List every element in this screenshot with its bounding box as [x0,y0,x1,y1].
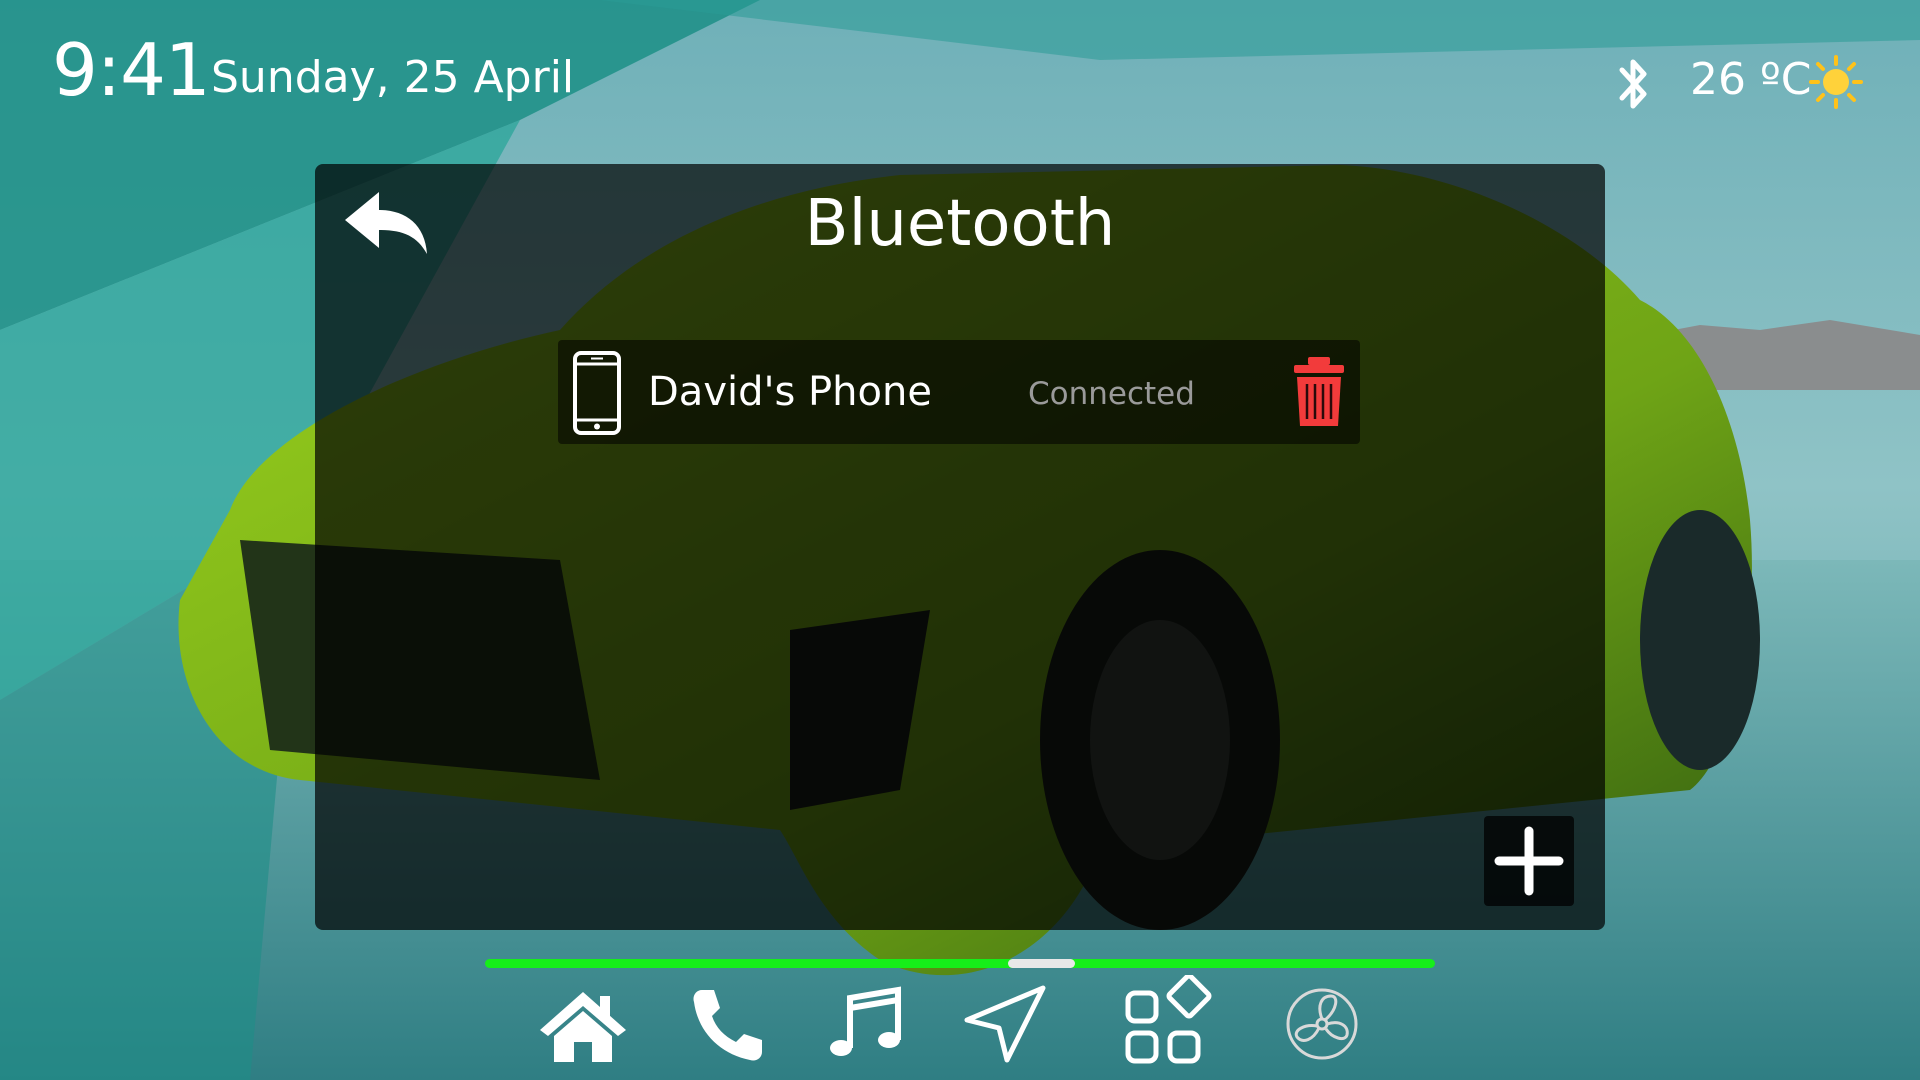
date-label: Sunday, 25 April [211,52,575,103]
phone-icon [693,990,762,1061]
page-indicator [485,959,1435,968]
home-icon [540,992,626,1062]
add-device-button[interactable] [1484,816,1574,906]
device-list-item[interactable]: David's Phone Connected [558,340,1360,444]
trash-icon [1294,357,1344,426]
plus-icon [1494,826,1564,896]
page-indicator-thumb [1008,959,1075,968]
page-title: Bluetooth [804,187,1116,261]
apps-grid-icon [1125,975,1212,1064]
fan-icon [1286,988,1358,1060]
sun-icon [1809,55,1863,109]
delete-device-button[interactable] [1292,356,1346,428]
nav-apps-button[interactable] [1124,975,1220,1067]
device-name: David's Phone [648,369,932,415]
nav-music-button[interactable] [820,984,910,1064]
temperature-label: 26 ºC [1690,54,1812,105]
nav-phone-button[interactable] [680,984,770,1064]
smartphone-icon [573,351,621,435]
nav-navigation-button[interactable] [959,984,1049,1064]
bluetooth-panel: Bluetooth David's Phone Connected [315,164,1605,930]
device-status: Connected [1028,376,1195,412]
clock-time: 9:41 [52,28,211,112]
nav-climate-button[interactable] [1277,984,1367,1064]
navigation-arrow-icon [964,985,1046,1063]
nav-home-button[interactable] [538,984,628,1064]
bluetooth-icon [1619,59,1647,109]
